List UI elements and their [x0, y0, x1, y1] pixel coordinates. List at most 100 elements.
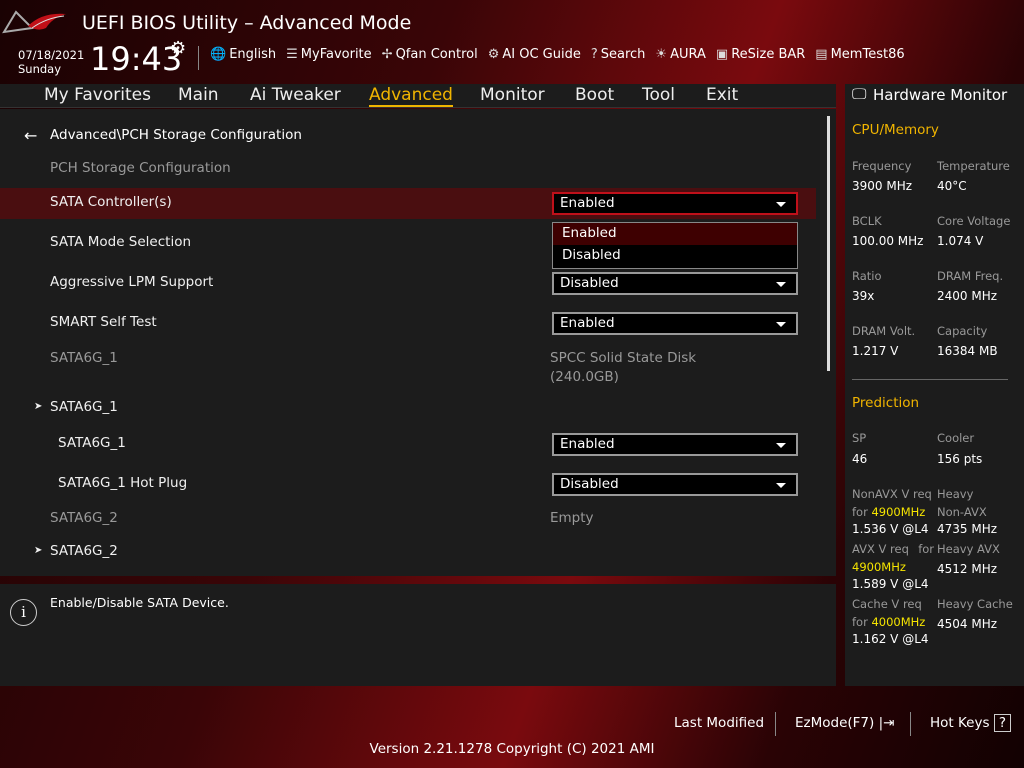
back-arrow-icon[interactable]: ←: [24, 126, 37, 145]
dropdown-menu: Enabled Disabled: [552, 222, 798, 269]
toolbar-label: AURA: [670, 47, 706, 62]
memtest-icon: ▤: [815, 47, 828, 62]
toolbar-ai-oc-guide-button[interactable]: ⚙ AI OC Guide: [488, 47, 581, 62]
toolbar-label: ReSize BAR: [731, 47, 806, 62]
hw-label: Temperature: [937, 159, 1010, 173]
setting-label: SATA6G_1: [50, 399, 118, 415]
hw-value: 3900 MHz: [852, 179, 913, 193]
dropdown-option-disabled[interactable]: Disabled: [553, 245, 797, 267]
hw-label: Capacity: [937, 324, 988, 338]
toolbar-label: AI OC Guide: [502, 47, 581, 62]
hw-value: 1.074 V: [937, 234, 984, 248]
hw-title: Hardware Monitor: [873, 86, 1008, 104]
sata1-hotplug-select[interactable]: Disabled: [552, 473, 798, 496]
cache-value: 1.162 V @L4: [852, 632, 929, 646]
toolbar-myfavorite-button[interactable]: ☰ MyFavorite: [286, 47, 372, 62]
breadcrumb: Advanced\PCH Storage Configuration: [50, 127, 302, 143]
lpm-select[interactable]: Disabled: [552, 272, 798, 295]
avx-label: AVX V req for 4900MHz: [852, 542, 934, 574]
avx-value: 1.589 V @L4: [852, 577, 929, 591]
toolbar-search-button[interactable]: ? Search: [591, 47, 646, 62]
sata-controller-select[interactable]: Enabled: [552, 192, 798, 215]
date: 07/18/2021: [18, 48, 85, 62]
last-modified-button[interactable]: Last Modified: [674, 715, 764, 731]
ezmode-label: EzMode(F7): [795, 715, 875, 731]
settings-panel: [0, 109, 836, 576]
tab-monitor[interactable]: Monitor: [480, 85, 545, 105]
hw-value: 1.217 V: [852, 344, 899, 358]
gear-icon[interactable]: ⚙: [170, 38, 186, 59]
sp-value: 46: [852, 452, 868, 466]
heavy-cache-value: 4504 MHz: [937, 617, 998, 631]
ezmode-button[interactable]: EzMode(F7) |⇥: [795, 715, 894, 731]
setting-label: SATA6G_2: [50, 510, 118, 526]
toolbar-resize-bar-button[interactable]: ▣ ReSize BAR: [716, 47, 805, 62]
sp-label: SP: [852, 431, 867, 445]
cooler-value: 156 pts: [937, 452, 983, 466]
rog-logo: [2, 10, 66, 34]
sata1-select[interactable]: Enabled: [552, 433, 798, 456]
day: Sunday: [18, 62, 62, 76]
nonavx-value: 1.536 V @L4: [852, 522, 929, 536]
hw-value: 40°C: [937, 179, 967, 193]
nonavx-label: NonAVX V req for 4900MHz: [852, 487, 932, 519]
tab-ai-tweaker[interactable]: Ai Tweaker: [250, 85, 341, 105]
ai-chip-icon: ⚙: [487, 47, 500, 62]
prediction-title: Prediction: [852, 395, 920, 411]
hw-value: 2400 MHz: [937, 289, 998, 303]
hw-label: DRAM Freq.: [937, 269, 1004, 283]
toolbar-memtest86-button[interactable]: ▤ MemTest86: [815, 47, 904, 62]
favorite-icon: ☰: [286, 47, 298, 62]
toolbar-label: Search: [600, 47, 646, 62]
hw-label: Frequency: [852, 159, 912, 173]
hotkeys-label: Hot Keys: [930, 715, 990, 731]
setting-label: Aggressive LPM Support: [50, 274, 214, 290]
hw-label: Ratio: [852, 269, 882, 283]
smart-select[interactable]: Enabled: [552, 312, 798, 335]
divider: [198, 46, 199, 70]
device-size: (240.0GB): [550, 369, 619, 385]
tab-boot[interactable]: Boot: [575, 85, 614, 105]
setting-label: SATA6G_1: [58, 435, 126, 451]
cooler-label: Cooler: [937, 431, 975, 445]
tab-exit[interactable]: Exit: [706, 85, 738, 105]
help-text: Enable/Disable SATA Device.: [50, 595, 229, 610]
chevron-right-icon: ➤: [34, 401, 43, 412]
hw-label: Core Voltage: [937, 214, 1011, 228]
main-tabs: My Favorites Main Ai Tweaker Advanced Mo…: [0, 84, 836, 108]
setting-label: SATA Controller(s): [50, 194, 172, 210]
toolbar-label: Qfan Control: [395, 47, 478, 62]
scrollbar[interactable]: [827, 116, 830, 371]
toolbar: 🌐 English ☰ MyFavorite ✢ Qfan Control ⚙ AI OC G…: [210, 47, 905, 62]
toolbar-qfan-control-button[interactable]: ✢ Qfan Control: [382, 47, 478, 62]
heavy-nonavx-value: 4735 MHz: [937, 522, 998, 536]
hotkeys-button[interactable]: Hot Keys ?: [930, 714, 1011, 732]
section-title: PCH Storage Configuration: [50, 160, 231, 176]
cache-label: Cache V req for 4000MHz: [852, 597, 926, 629]
tab-advanced[interactable]: Advanced: [369, 85, 453, 107]
hw-label: BCLK: [852, 214, 882, 228]
date-display: 07/18/2021 Sunday: [18, 48, 84, 76]
setting-label: SATA6G_1 Hot Plug: [58, 475, 188, 491]
fan-icon: ✢: [381, 47, 393, 62]
setting-label: SATA Mode Selection: [50, 234, 192, 250]
hw-label: DRAM Volt.: [852, 324, 916, 338]
dropdown-option-enabled[interactable]: Enabled: [553, 223, 797, 245]
chevron-right-icon: ➤: [34, 545, 43, 556]
hardware-monitor: 🖵 Hardware Monitor CPU/Memory Frequency 3…: [845, 84, 1024, 686]
tab-main[interactable]: Main: [178, 85, 219, 105]
toolbar-aura-button[interactable]: ☀ AURA: [655, 47, 705, 62]
clock: 19:43: [90, 40, 183, 78]
tab-my-favorites[interactable]: My Favorites: [44, 85, 151, 105]
toolbar-label: MyFavorite: [300, 47, 372, 62]
app-title: UEFI BIOS Utility – Advanced Mode: [82, 12, 412, 34]
setting-label: SATA6G_1: [50, 350, 118, 366]
monitor-icon: 🖵: [852, 85, 867, 103]
toolbar-english-button[interactable]: 🌐 English: [210, 47, 276, 62]
tab-tool[interactable]: Tool: [642, 85, 675, 105]
exit-arrow-icon: |⇥: [874, 715, 895, 731]
version-text: Version 2.21.1278 Copyright (C) 2021 AMI: [369, 741, 655, 757]
heavy-avx-label: Heavy AVX: [937, 542, 1000, 556]
heavy-avx-value: 4512 MHz: [937, 562, 998, 576]
hw-value: 100.00 MHz: [852, 234, 924, 248]
